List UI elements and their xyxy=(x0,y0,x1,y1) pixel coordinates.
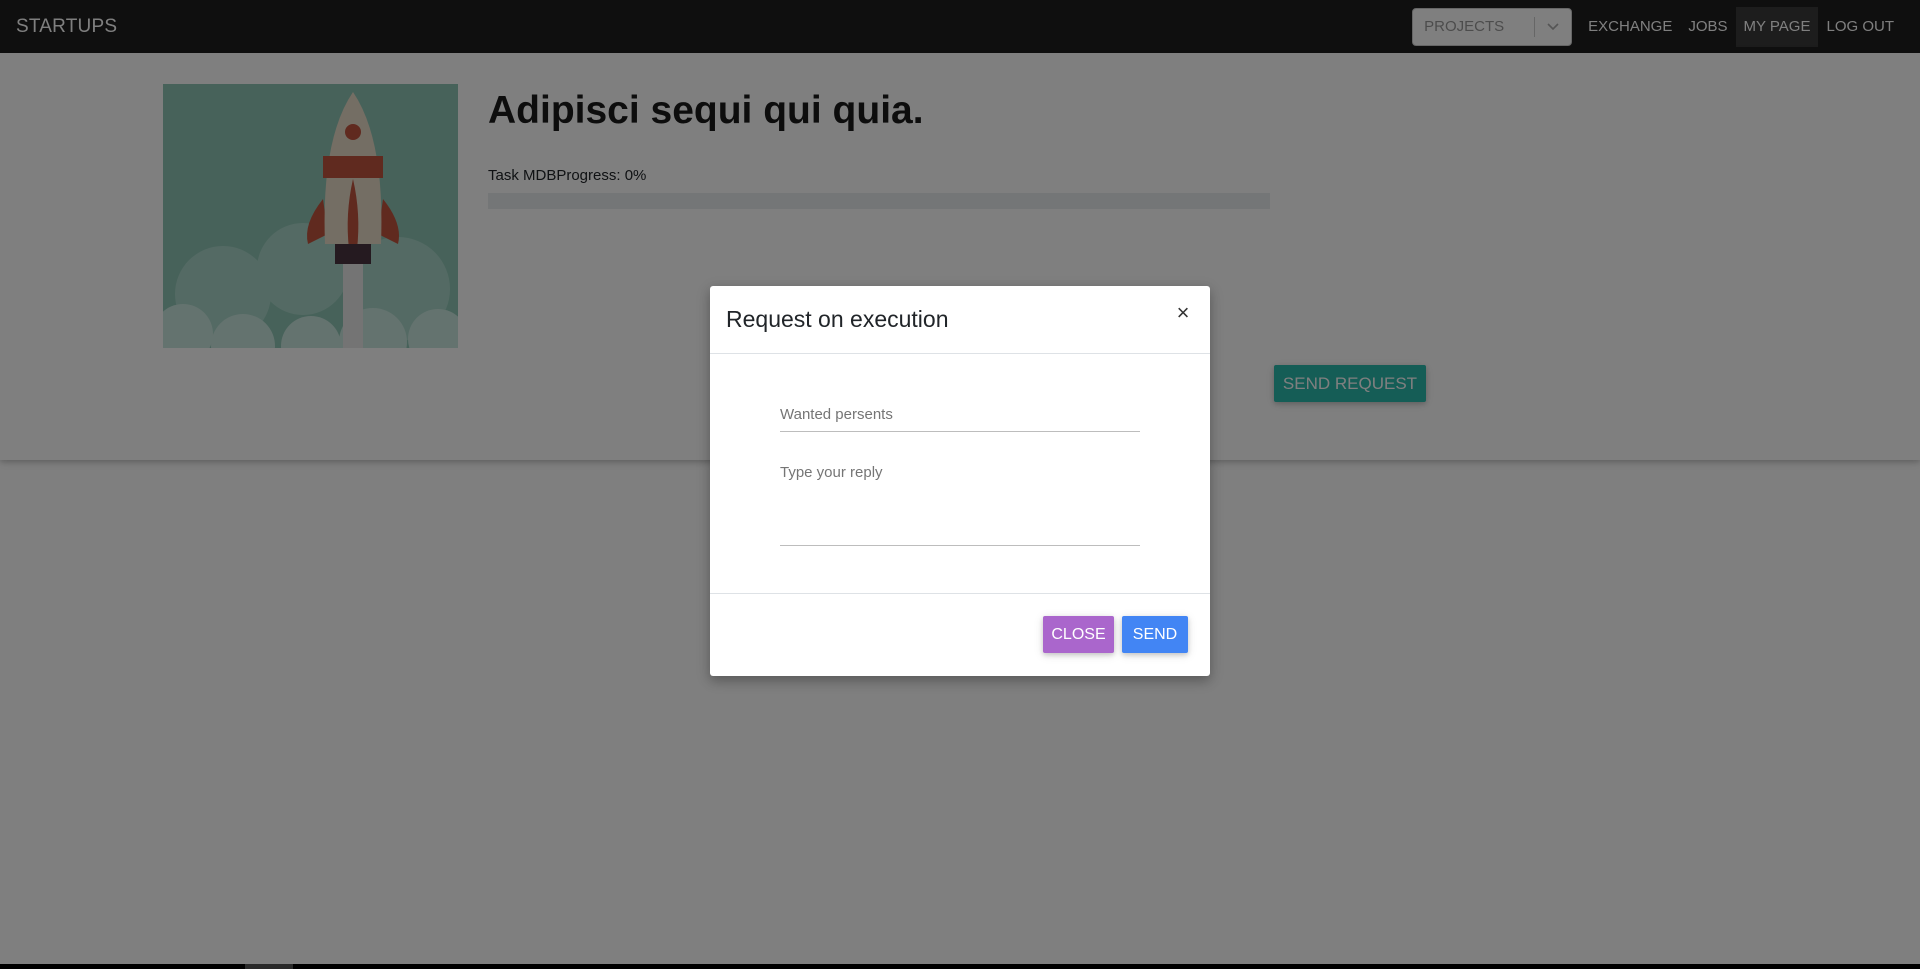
close-icon[interactable]: × xyxy=(1172,302,1194,324)
modal-body xyxy=(710,354,1210,594)
close-button[interactable]: CLOSE xyxy=(1043,616,1114,653)
wanted-persons-input[interactable] xyxy=(780,404,1140,432)
modal-header: Request on execution × xyxy=(710,286,1210,354)
send-button[interactable]: SEND xyxy=(1122,616,1188,653)
modal-footer: CLOSE SEND xyxy=(710,594,1210,675)
modal-title: Request on execution xyxy=(726,306,949,332)
request-modal: Request on execution × CLOSE SEND xyxy=(710,286,1210,676)
reply-textarea[interactable] xyxy=(780,464,1140,546)
